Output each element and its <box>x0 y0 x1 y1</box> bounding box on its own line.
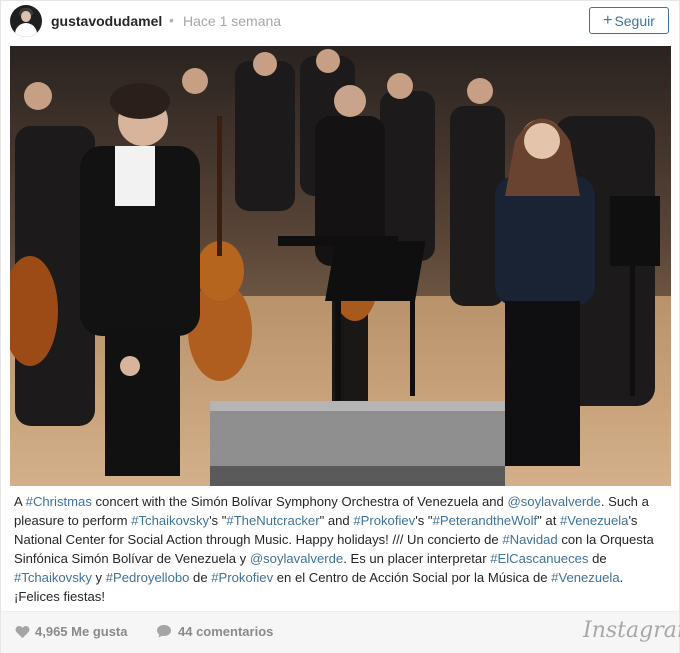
post-photo[interactable] <box>10 46 671 486</box>
caption-text: en el Centro de Acción Social por la Mús… <box>273 570 552 585</box>
photo-illustration <box>10 46 671 486</box>
hashtag-link[interactable]: #Venezuela <box>560 513 628 528</box>
hashtag-link[interactable]: #Prokofiev <box>353 513 415 528</box>
instagram-post-card: gustavodudamel • Hace 1 semana + Seguir <box>0 0 680 653</box>
follow-button[interactable]: + Seguir <box>589 7 669 34</box>
hashtag-link[interactable]: #Pedroyellobo <box>106 570 190 585</box>
post-caption: A #Christmas concert with the Simón Bolí… <box>14 492 664 606</box>
post-timestamp[interactable]: Hace 1 semana <box>183 13 281 29</box>
heart-icon <box>15 625 30 638</box>
caption-text: . Es un placer interpretar <box>343 551 491 566</box>
caption-text: A <box>14 494 26 509</box>
post-footer: 4,965 Me gusta 44 comentarios Instagram <box>1 611 680 653</box>
comments-label: 44 comentarios <box>178 624 274 639</box>
comment-icon <box>157 625 171 638</box>
mention-link[interactable]: @soylavalverde <box>250 551 343 566</box>
caption-text: 's " <box>209 513 227 528</box>
likes-label: 4,965 Me gusta <box>35 624 128 639</box>
hashtag-link[interactable]: #Venezuela <box>551 570 619 585</box>
username-link[interactable]: gustavodudamel <box>51 13 162 29</box>
comments-count[interactable]: 44 comentarios <box>156 624 273 639</box>
hashtag-link[interactable]: #Tchaikovsky <box>131 513 209 528</box>
mention-link[interactable]: @soylavalverde <box>507 494 600 509</box>
hashtag-link[interactable]: #ElCascanueces <box>490 551 588 566</box>
instagram-logo[interactable]: Instagram <box>583 618 680 643</box>
hashtag-link[interactable]: #Prokofiev <box>211 570 273 585</box>
separator-dot: • <box>169 12 174 28</box>
caption-text: " at <box>537 513 560 528</box>
follow-label: Seguir <box>614 12 655 29</box>
caption-text: 's " <box>415 513 433 528</box>
hashtag-link[interactable]: #Tchaikovsky <box>14 570 92 585</box>
hashtag-link[interactable]: #PeterandtheWolf <box>433 513 538 528</box>
hashtag-link[interactable]: #TheNutcracker <box>226 513 319 528</box>
caption-text: " and <box>319 513 354 528</box>
post-header: gustavodudamel • Hace 1 semana + Seguir <box>1 1 679 43</box>
caption-text: y <box>91 570 106 585</box>
caption-text: de <box>189 570 212 585</box>
user-avatar[interactable] <box>10 5 42 37</box>
plus-icon: + <box>603 11 613 29</box>
hashtag-link[interactable]: #Christmas <box>26 494 92 509</box>
caption-text: de <box>588 551 607 566</box>
caption-text: concert with the Simón Bolívar Symphony … <box>91 494 508 509</box>
likes-count[interactable]: 4,965 Me gusta <box>15 624 128 639</box>
hashtag-link[interactable]: #Navidad <box>502 532 557 547</box>
